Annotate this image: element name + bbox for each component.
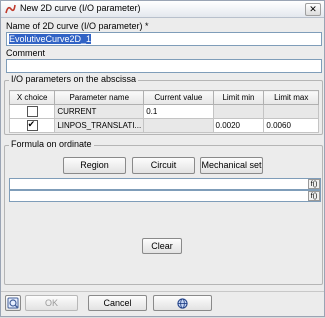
name-input-value: EvolutiveCurve2D_1 xyxy=(9,34,92,44)
column-header[interactable]: Parameter name xyxy=(54,90,145,105)
title-bar: New 2D curve (I/O parameter) ✕ xyxy=(1,1,324,18)
limit-max-cell[interactable] xyxy=(263,104,319,119)
close-button[interactable]: ✕ xyxy=(305,3,321,16)
name-label: Name of 2D curve (I/O parameter) * xyxy=(6,21,149,31)
abscissa-table: X choice Parameter name Current value Li… xyxy=(8,90,319,133)
comment-label: Comment xyxy=(6,48,46,58)
parameter-name-cell: CURRENT xyxy=(54,104,145,119)
ok-button[interactable]: OK xyxy=(25,295,78,311)
mechanical-set-button[interactable]: Mechanical set xyxy=(200,157,263,174)
comment-input[interactable] xyxy=(6,59,322,73)
table-row: CURRENT 0.1 xyxy=(8,104,319,119)
dialog-window: New 2D curve (I/O parameter) ✕ Name of 2… xyxy=(0,0,325,317)
x-choice-checkbox[interactable]: ✔ xyxy=(26,119,38,131)
x-choice-cell: ✔ xyxy=(8,118,56,133)
table-header-row: X choice Parameter name Current value Li… xyxy=(8,90,319,105)
globe-button[interactable] xyxy=(153,295,212,311)
help-icon xyxy=(7,297,19,309)
column-header[interactable]: Limit max xyxy=(263,90,319,105)
limit-min-cell[interactable]: 0.0020 xyxy=(212,118,265,133)
name-input[interactable]: EvolutiveCurve2D_1 xyxy=(6,32,322,46)
current-value-cell[interactable]: 0.1 xyxy=(143,104,214,119)
limit-max-cell[interactable]: 0.0060 xyxy=(263,118,319,133)
column-header[interactable]: Current value xyxy=(143,90,214,105)
formula-input-1[interactable] xyxy=(9,178,321,190)
column-header[interactable]: Limit min xyxy=(212,90,265,105)
window-title: New 2D curve (I/O parameter) xyxy=(20,3,141,13)
checkmark-icon: ✔ xyxy=(27,119,36,130)
current-value-cell xyxy=(143,118,214,133)
formula-input-2[interactable] xyxy=(9,190,321,202)
abscissa-legend: I/O parameters on the abscissa xyxy=(9,74,139,84)
x-choice-checkbox[interactable] xyxy=(26,106,38,117)
globe-icon xyxy=(177,298,188,309)
help-button[interactable] xyxy=(5,295,21,311)
table-row: ✔ LINPOS_TRANSLATI... 0.0020 0.0060 xyxy=(8,118,319,133)
column-header[interactable]: X choice xyxy=(8,90,56,105)
ordinate-legend: Formula on ordinate xyxy=(9,139,94,149)
curve-app-icon xyxy=(5,4,16,14)
formula-builder-button[interactable]: f() xyxy=(308,179,320,189)
formula-builder-button[interactable]: f() xyxy=(308,191,320,201)
clear-button[interactable]: Clear xyxy=(142,238,182,254)
limit-min-cell[interactable] xyxy=(212,104,265,119)
x-choice-cell xyxy=(8,104,56,119)
circuit-button[interactable]: Circuit xyxy=(132,157,195,174)
region-button[interactable]: Region xyxy=(63,157,126,174)
cancel-button[interactable]: Cancel xyxy=(88,295,147,311)
parameter-name-cell: LINPOS_TRANSLATI... xyxy=(54,118,145,133)
